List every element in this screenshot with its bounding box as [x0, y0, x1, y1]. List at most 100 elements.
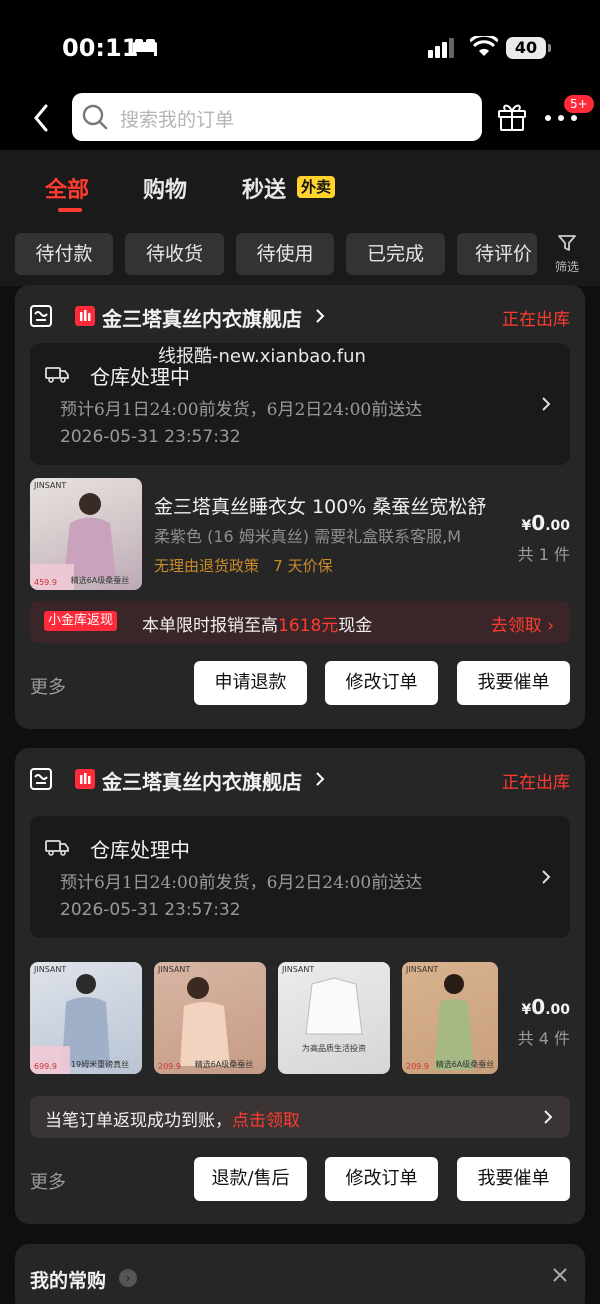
cashback-text: 当笔订单返现成功到账，点击领取 [45, 1111, 300, 1131]
item-count: 共 4 件 [517, 1029, 570, 1048]
product-photo-shirt [305, 977, 363, 1035]
delivery-estimate: 预计6月1日24:00前发货，6月2日24:00前送达 [60, 873, 423, 893]
chevron-right-icon [544, 1110, 553, 1124]
chip-pending-receipt[interactable]: 待收货 [125, 233, 224, 275]
more-actions[interactable]: 更多 [30, 673, 66, 699]
back-arrow-icon[interactable] [28, 98, 58, 138]
product-photo-slip [180, 977, 230, 1066]
chevron-right-icon [542, 870, 551, 884]
status-time: 00:11 [62, 34, 139, 62]
product-image[interactable]: JINSANT 459.9 精选6A级桑蚕丝 [30, 478, 142, 590]
tmall-icon [75, 769, 95, 789]
item-count: 共 1 件 [517, 545, 570, 564]
shop-name: 金三塔真丝内衣旗舰店 [102, 307, 302, 331]
chip-completed[interactable]: 已完成 [346, 233, 445, 275]
order-status: 正在出库 [502, 310, 570, 330]
order-status: 正在出库 [502, 773, 570, 793]
thumb-caption: 精选6A级桑蚕丝 [194, 1060, 254, 1069]
search-input[interactable]: 搜索我的订单 [72, 93, 482, 141]
order-card[interactable]: 金三塔真丝内衣旗舰店 正在出库 仓库处理中 预计6月1日24:00前发货，6月2… [15, 748, 585, 1224]
close-icon[interactable] [551, 1266, 569, 1284]
frequent-purchases-section: 我的常购 › [15, 1244, 585, 1304]
promo-tag: 小金库返现 [44, 611, 118, 631]
shop-header[interactable]: 金三塔真丝内衣旗舰店 正在出库 [30, 303, 570, 331]
tab-express[interactable]: 秒送 [242, 172, 286, 204]
store-icon [30, 305, 52, 327]
tab-active-indicator [58, 208, 82, 212]
claim-link[interactable]: 去领取 › [491, 611, 554, 636]
urge-shipment-button[interactable]: 我要催单 [457, 1157, 570, 1201]
refund-request-button[interactable]: 申请退款 [194, 661, 307, 705]
product-image[interactable]: JINSANT 209.9 精选6A级桑蚕丝 [154, 962, 266, 1074]
filter-label: 筛选 [554, 260, 579, 274]
urge-shipment-button[interactable]: 我要催单 [457, 661, 570, 705]
cashback-promo-banner[interactable]: 小金库返现 本单限时报销至高1618元现金 去领取 › [30, 601, 570, 643]
chip-pending-payment[interactable]: 待付款 [15, 233, 113, 275]
tab-shopping[interactable]: 购物 [143, 172, 187, 204]
thumb-caption: 精选6A级桑蚕丝 [435, 1060, 495, 1069]
status-bar: 00:11 40 [0, 0, 600, 90]
thumb-caption: 精选6A级桑蚕丝 [70, 576, 130, 585]
truck-icon [45, 840, 69, 856]
thumb-price: 699.9 [34, 1062, 57, 1071]
filter-icon [558, 235, 576, 251]
chip-pending-review[interactable]: 待评价 [457, 233, 537, 275]
chip-pending-use[interactable]: 待使用 [236, 233, 334, 275]
delivery-estimate: 预计6月1日24:00前发货，6月2日24:00前送达 [60, 400, 423, 420]
tmall-icon [75, 306, 95, 326]
product-image[interactable]: JINSANT 为高品质生活投资 [278, 962, 390, 1074]
thumb-price: 459.9 [34, 578, 57, 587]
thumb-caption: 为高品质生活投资 [302, 1044, 366, 1053]
shop-header[interactable]: 金三塔真丝内衣旗舰店 正在出库 [30, 766, 570, 794]
gift-icon[interactable] [496, 100, 528, 132]
thumb-price: 209.9 [158, 1062, 181, 1071]
product-photo-pajamas [30, 974, 110, 1074]
top-header: 搜索我的订单 5+ [0, 90, 600, 150]
chevron-right-icon [316, 309, 325, 323]
wifi-icon [470, 36, 498, 56]
cashback-banner[interactable]: 当笔订单返现成功到账，点击领取 [30, 1096, 570, 1138]
thumb-brand: JINSANT [158, 965, 191, 974]
thumb-brand: JINSANT [34, 965, 67, 974]
modify-order-button[interactable]: 修改订单 [325, 661, 438, 705]
battery-indicator: 40 [506, 37, 551, 59]
info-icon[interactable]: › [119, 1269, 137, 1287]
chevron-right-icon [316, 772, 325, 786]
promo-text: 本单限时报销至高1618元现金 [142, 616, 373, 636]
logistics-title: 仓库处理中 [90, 838, 190, 862]
search-icon [82, 104, 108, 130]
product-photo-dress [434, 974, 474, 1070]
filter-button[interactable]: 筛选 [547, 234, 587, 275]
thumb-brand: JINSANT [34, 481, 67, 490]
product-image[interactable]: JINSANT 209.9 精选6A级桑蚕丝 [402, 962, 498, 1074]
shop-name: 金三塔真丝内衣旗舰店 [102, 770, 302, 794]
sleep-mode-icon [133, 39, 157, 56]
product-photo-sleepwear [30, 493, 116, 590]
logistics-timestamp: 2026-05-31 23:57:32 [60, 427, 241, 447]
product-spec: 柔紫色 (16 姆米真丝) 需要礼盒联系客服,M [154, 527, 461, 546]
cellular-signal-icon [428, 38, 454, 58]
product-image[interactable]: JINSANT 699.9 19姆米重磅真丝 [30, 962, 142, 1074]
tab-all[interactable]: 全部 [45, 172, 89, 204]
section-title: 我的常购 [30, 1270, 107, 1292]
more-actions[interactable]: 更多 [30, 1168, 66, 1194]
refund-aftersale-button[interactable]: 退款/售后 [194, 1157, 307, 1201]
thumb-price: 209.9 [406, 1062, 429, 1071]
product-price: ¥0.00 [521, 511, 570, 535]
product-name[interactable]: 金三塔真丝睡衣女 100% 桑蚕丝宽松舒 [154, 492, 504, 519]
search-placeholder: 搜索我的订单 [120, 109, 235, 131]
thumb-caption: 19姆米重磅真丝 [70, 1060, 130, 1069]
logistics-panel[interactable]: 仓库处理中 预计6月1日24:00前发货，6月2日24:00前送达 2026-0… [30, 816, 570, 938]
thumb-brand: JINSANT [282, 965, 315, 974]
truck-icon [45, 367, 69, 383]
logistics-timestamp: 2026-05-31 23:57:32 [60, 900, 241, 920]
status-filter-chips: 待付款 待收货 待使用 已完成 待评价 筛选 [0, 220, 600, 286]
message-badge: 5+ [562, 93, 596, 115]
order-total-price: ¥0.00 [521, 995, 570, 1019]
modify-order-button[interactable]: 修改订单 [325, 1157, 438, 1201]
order-type-tabs: 全部 购物 秒送 外卖 [0, 150, 600, 220]
waimai-tag: 外卖 [297, 176, 336, 198]
thumb-brand: JINSANT [406, 965, 439, 974]
chevron-right-icon [542, 397, 551, 411]
store-icon [30, 768, 52, 790]
